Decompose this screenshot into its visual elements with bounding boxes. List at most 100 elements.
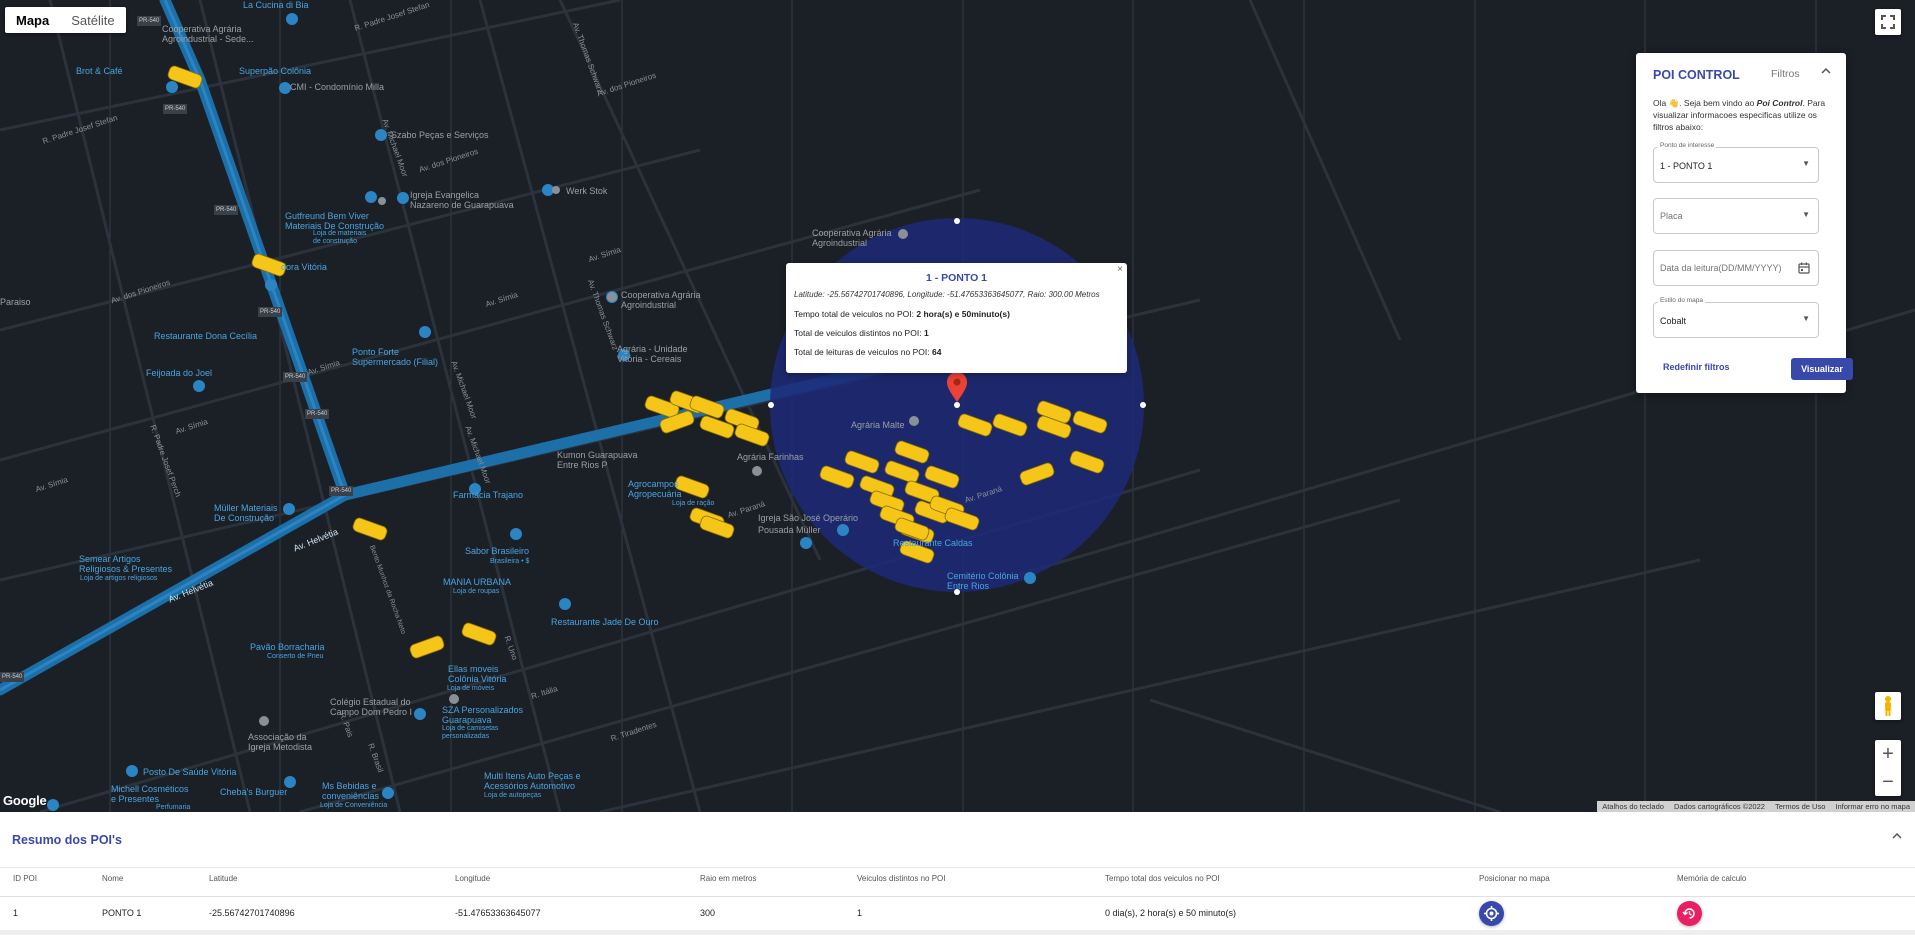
cell-latitude: -25.56742701740896: [209, 908, 295, 918]
report-error-link[interactable]: Informar erro no mapa: [1830, 801, 1915, 812]
map-label: Sabor Brasileiro: [465, 546, 530, 556]
map-label: Loja de roupas: [453, 588, 500, 595]
column-header: Memória de calculo: [1677, 874, 1747, 883]
panel-title: POI CONTROL: [1653, 68, 1740, 82]
map-label: Michell Cosméticos e Presentes: [111, 784, 189, 804]
map-label: Associação da Igreja Metodista: [248, 732, 313, 752]
popup-coords: Latitude: -25.56742701740896, Longitude:…: [794, 290, 1100, 299]
poi-control-panel: POI CONTROL Filtros Ola 👋. Seja bem vind…: [1636, 53, 1853, 393]
collapse-panel-button[interactable]: [1820, 66, 1832, 79]
placa-placeholder: Placa: [1660, 211, 1683, 221]
highway-shield: PR-540: [163, 104, 188, 114]
map-label: Müller Materiais De Construção: [214, 503, 278, 523]
map-label: MANIA URBANA: [443, 577, 512, 587]
locate-on-map-button[interactable]: [1479, 901, 1504, 926]
cell-longitude: -51.47653363645077: [455, 908, 541, 918]
estilo-mapa-label: Estilo do mapa: [1658, 297, 1705, 304]
cell-distintos: 1: [857, 908, 863, 918]
street-view-button[interactable]: [1875, 692, 1901, 720]
popup-distintos-row: Total de veiculos distintos no POI: 1: [794, 328, 929, 338]
cell-nome: PONTO 1: [102, 908, 142, 918]
map-label: Conserto de Pneu: [267, 653, 324, 660]
cell-tempo: 0 dia(s), 2 hora(s) e 50 minuto(s): [1105, 908, 1237, 918]
estilo-mapa-select[interactable]: Estilo do mapa Cobalt ▼: [1653, 297, 1819, 338]
highway-shield: PR-540: [214, 205, 239, 215]
estilo-mapa-value: Cobalt: [1660, 316, 1687, 326]
popup-leituras-row: Total de leituras de veiculos no POI: 64: [794, 347, 942, 357]
column-header: Veiculos distintos no POI: [857, 874, 946, 883]
cell-id: 1: [13, 908, 19, 918]
map-label: Loja de materiais de construção: [313, 230, 367, 245]
map-label: Semear Artigos Religiosos & Presentes: [79, 554, 173, 574]
bottom-scroll-edge: [0, 930, 1915, 935]
map-label: SZA Personalizados Guarapuava: [442, 705, 524, 725]
dropdown-arrow-icon: ▼: [1802, 314, 1810, 323]
map-type-map-tab[interactable]: Mapa: [5, 7, 60, 33]
map-attribution: Atalhos do teclado Dados cartográficos ©…: [1597, 801, 1915, 812]
filters-tab[interactable]: Filtros: [1771, 68, 1800, 80]
map-label: Pousada Müller: [758, 525, 821, 535]
map-label: Brasileira • $: [490, 558, 530, 565]
map-label: Kumon Guarapuava Entre Rios P: [557, 450, 638, 470]
poi-select[interactable]: Ponto de interesse 1 - PONTO 1 ▼: [1653, 142, 1819, 183]
map-label: Restaurante Jade De Ouro: [551, 617, 659, 627]
highway-shield: PR-540: [305, 409, 330, 419]
map-label: Restaurante Dona Cecília: [154, 331, 258, 341]
popup-tempo-row: Tempo total de veiculos no POI: 2 hora(s…: [794, 309, 1010, 319]
map-label: Igreja Evangelica Nazareno de Guarapuava: [410, 190, 514, 210]
map-type-satellite-tab[interactable]: Satélite: [60, 7, 125, 33]
keyboard-shortcuts-link[interactable]: Atalhos do teclado: [1597, 801, 1669, 812]
reset-filters-button[interactable]: Redefinir filtros: [1663, 362, 1730, 372]
fullscreen-button[interactable]: [1875, 9, 1901, 35]
map-canvas[interactable]: Cooperativa Agrária Agroindustrial - Sed…: [0, 0, 1915, 812]
history-icon: [1682, 908, 1695, 919]
poi-info-popup: × 1 - PONTO 1 Latitude: -25.567427017408…: [786, 263, 1127, 373]
dropdown-arrow-icon: ▼: [1802, 159, 1810, 168]
highway-shield: PR-540: [258, 307, 283, 317]
column-header: ID POI: [13, 874, 38, 883]
map-label: Agrária - Unidade Vitória - Cereais: [617, 344, 688, 364]
column-header: Nome: [102, 874, 124, 883]
collapse-summary-button[interactable]: [1891, 831, 1903, 844]
column-header: Tempo total dos veiculos no POI: [1105, 874, 1220, 883]
zoom-out-button[interactable]: −: [1875, 768, 1901, 796]
poi-select-value: 1 - PONTO 1: [1660, 161, 1713, 171]
map-label: Feijoada do Joel: [146, 368, 213, 378]
zoom-control: + −: [1875, 740, 1901, 796]
dropdown-arrow-icon: ▼: [1802, 210, 1810, 219]
map-label: Loja de artigos religiosos: [80, 575, 158, 582]
summary-title: Resumo dos POI's: [12, 833, 122, 847]
terms-link[interactable]: Termos de Uso: [1770, 801, 1830, 812]
calculation-memory-button[interactable]: [1677, 901, 1702, 926]
map-label: Loja de autopeças: [484, 792, 542, 799]
brand-name: Poi Control: [1756, 98, 1803, 108]
map-label: Posto De Saúde Vitória: [143, 767, 237, 777]
data-leitura-placeholder: Data da leitura(DD/MM/YYYY): [1660, 263, 1782, 273]
visualizar-button[interactable]: Visualizar: [1791, 358, 1853, 380]
map-label: Ms Bebidas e conveniências: [322, 781, 380, 801]
map-label: La Cucina di Bia: [243, 0, 309, 10]
fullscreen-icon: [1881, 15, 1895, 29]
map-label: Perfumaria: [156, 804, 191, 811]
map-label: CMI - Condomínio Milla: [290, 82, 385, 92]
zoom-in-button[interactable]: +: [1875, 740, 1901, 768]
highway-shield: PR-540: [283, 372, 308, 382]
chevron-up-icon: [1821, 67, 1831, 74]
map-label: Cheba's Burguer: [220, 787, 288, 797]
map-label: Cooperativa Agrária Agroindustrial: [812, 228, 892, 248]
data-leitura-input[interactable]: Data da leitura(DD/MM/YYYY): [1653, 250, 1819, 286]
map-label: Loja de Conveniência: [320, 802, 388, 809]
map-label: Agrária Malte: [851, 420, 905, 430]
map-label: Restaurante Caldas: [893, 538, 973, 548]
map-label: Cooperativa Agrária Agroindustrial: [621, 290, 701, 310]
map-label: Loja de ração: [672, 500, 715, 507]
map-label: Superpão Colônia: [239, 66, 312, 76]
map-label: Werk Stok: [566, 186, 608, 196]
placa-select[interactable]: Placa ▼: [1653, 198, 1819, 234]
column-header: Latitude: [209, 874, 238, 883]
calendar-icon[interactable]: [1798, 261, 1810, 279]
map-label: Pavão Borracharia: [250, 642, 325, 652]
map-base: [0, 0, 1915, 812]
crosshair-icon: [1484, 906, 1499, 921]
poi-select-label: Ponto de interesse: [1658, 142, 1717, 149]
